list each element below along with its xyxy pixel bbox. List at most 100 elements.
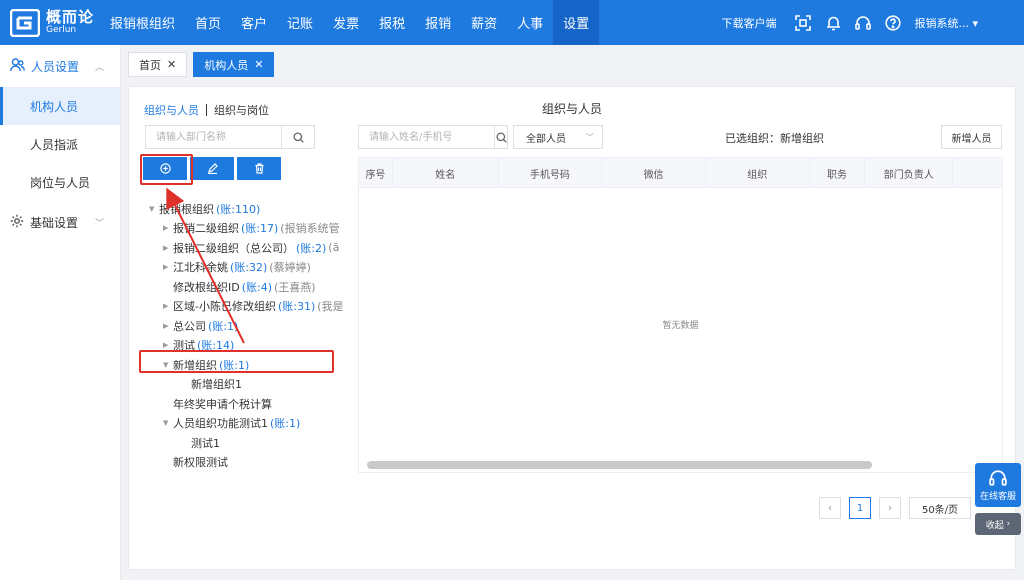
employee-search-input[interactable] [359,126,494,148]
tree-node[interactable]: 新增组织1 [149,375,349,395]
nav-item-salary[interactable]: 薪资 [461,0,507,45]
tab-org-and-post[interactable]: 组织与岗位 [214,102,269,118]
nav-item-tax[interactable]: 报税 [369,0,415,45]
org-tree: ▼ 报销根组织 (账:110) ▶ 报销二级组织 (账:17) (报销系统管 ▶ 报销二级组织（… [149,199,349,472]
add-employee-button[interactable]: 新增人员 [941,125,1002,149]
tree-node[interactable]: ▶ 报销二级组织 (账:17) (报销系统管 [149,219,349,239]
pagination: ‹ 1 › 50条/页 [819,497,971,519]
dept-search-button[interactable] [281,126,314,148]
tab-org-and-people[interactable]: 组织与人员 [144,102,199,118]
tree-node-name: 区域-小陈已修改组织 [173,300,276,314]
employee-table: 序号 姓名 手机号码 微信 组织 职务 部门负责人 暂无数据 [358,157,1003,473]
close-icon[interactable]: ✕ [254,58,263,71]
tree-node-count: (账:110) [216,202,261,216]
tree-node-name: 总公司 [173,319,206,333]
headset-icon [989,469,1007,486]
sidebar-group-basic-settings[interactable]: 基础设置 ﹀ [0,201,120,243]
online-service-widget[interactable]: 在线客服 [975,463,1021,507]
nav-item-bookkeeping[interactable]: 记账 [277,0,323,45]
logo-title: 概而论 [46,8,95,27]
sidebar-item-post-people[interactable]: 岗位与人员 [0,163,120,201]
employee-search-button[interactable] [494,126,507,148]
nav-item-settings[interactable]: 设置 [553,0,600,45]
nav-item-hr[interactable]: 人事 [507,0,553,45]
collapse-button[interactable]: 收起 › [975,513,1021,535]
top-navigation-bar: 概而论 Gerlun 报销根组织 首页 客户 记账 发票 报税 报销 薪资 人事… [0,0,1024,45]
scan-icon[interactable] [795,14,812,31]
tree-node[interactable]: 修改根组织ID (账:4) (王喜燕) [149,277,349,297]
caret-right-icon[interactable]: ▶ [163,244,173,252]
download-client-link[interactable]: 下载客户端 [721,15,776,31]
tree-node-count: (账:17) [241,222,279,236]
brand-logo[interactable]: 概而论 Gerlun [0,0,100,45]
tab-label: 首页 [139,58,161,72]
next-page-button[interactable]: › [879,497,901,519]
tree-node[interactable]: ▼ 人员组织功能测试1 (账:1) [149,414,349,434]
table-column-header: 序号 [359,158,393,188]
sidebar-group-label: 人员设置 [31,59,80,74]
tab-org-people[interactable]: 机构人员 ✕ [193,52,275,77]
user-menu[interactable]: 报销系统... ▾ [914,15,978,31]
table-column-header: 微信 [602,158,706,188]
tree-node-manager: (王喜燕) [274,280,316,294]
collapse-label: 收起 [985,520,1004,531]
caret-right-icon[interactable]: ▶ [163,341,173,349]
page-number[interactable]: 1 [849,497,871,519]
nav-item-home[interactable]: 首页 [185,0,231,45]
tree-node[interactable]: ▶ 区域-小陈已修改组织 (账:31) (我是 [149,297,349,317]
caret-down-icon[interactable]: ▼ [163,419,173,427]
caret-right-icon[interactable]: ▶ [163,263,173,271]
sidebar-group-label: 基础设置 [30,215,79,230]
tree-node[interactable]: ▶ 江北科余姚 (账:32) (蔡婷婷) [149,258,349,278]
close-icon[interactable]: ✕ [167,58,176,71]
tree-node-manager: (ā [328,241,340,255]
nav-item-root-org[interactable]: 报销根组织 [100,0,185,45]
tree-node-count: (账:32) [230,261,268,275]
table-column-header: 职务 [810,158,866,188]
chevron-right-icon: › [1006,519,1011,529]
tab-home[interactable]: 首页 ✕ [128,52,188,77]
tree-node-name: 年终奖申请个税计算 [173,397,272,411]
horizontal-scrollbar[interactable] [367,461,872,469]
divider [206,104,207,116]
caret-right-icon[interactable]: ▶ [163,302,173,310]
employee-filter-select[interactable]: 全部人员 ﹀ [513,125,603,149]
tree-node[interactable]: ▶ 总公司 (账:1) [149,316,349,336]
chevron-up-icon: ︿ [94,63,104,73]
tree-node[interactable]: ▼ 报销根组织 (账:110) [149,199,349,219]
tree-node[interactable]: 新权限测试 [149,453,349,473]
bell-icon[interactable] [825,15,841,31]
panel-title: 组织与人员 [542,102,603,116]
headset-icon[interactable] [855,15,872,31]
sidebar-item-org-people[interactable]: 机构人员 [0,87,120,125]
search-icon [495,131,507,143]
tree-node-name: 江北科余姚 [173,261,228,275]
nav-item-reimburse[interactable]: 报销 [415,0,461,45]
page-size-select[interactable]: 50条/页 [909,497,971,519]
edit-org-button[interactable] [190,157,234,180]
tree-node[interactable]: ▶ 报销二级组织（总公司） (账:2) (ā [149,238,349,258]
sidebar-group-people-settings[interactable]: 人员设置 ︿ [0,45,120,87]
sidebar: 人员设置 ︿ 机构人员 人员指派 岗位与人员 基础设置 ﹀ [0,45,121,580]
nav-item-invoice[interactable]: 发票 [323,0,369,45]
sidebar-item-assignment[interactable]: 人员指派 [0,125,120,163]
help-icon[interactable] [885,14,902,31]
caret-right-icon[interactable]: ▶ [163,322,173,330]
user-name: 报销系统... [914,16,969,30]
dept-search-input[interactable] [146,126,281,148]
logo-icon [9,8,41,37]
search-icon [292,131,304,143]
caret-down-icon[interactable]: ▼ [149,205,159,213]
caret-right-icon[interactable]: ▶ [163,224,173,232]
table-column-header: 姓名 [393,158,499,188]
online-service-label: 在线客服 [979,491,1016,502]
tree-node[interactable]: 年终奖申请个税计算 [149,394,349,414]
prev-page-button[interactable]: ‹ [819,497,841,519]
table-header-filler [953,158,1002,188]
tab-label: 机构人员 [204,58,249,72]
employee-search-box [358,125,508,149]
tree-node[interactable]: 测试1 [149,433,349,453]
nav-item-customer[interactable]: 客户 [231,0,277,45]
tree-node-name: 报销二级组织（总公司） [173,241,294,255]
delete-org-button[interactable] [237,157,281,180]
